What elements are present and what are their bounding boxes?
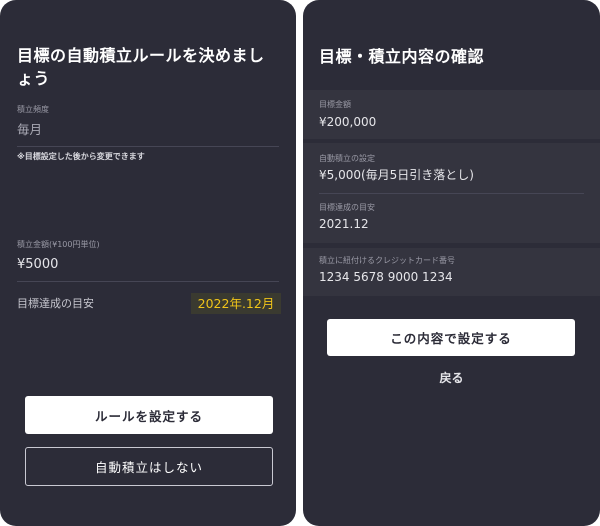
frequency-select[interactable]: 毎月 [17, 123, 279, 145]
divider [319, 193, 584, 194]
row-value: 2021.12 [319, 217, 369, 231]
row-value: ¥5,000(毎月5日引き落とし) [319, 168, 474, 182]
settings-group: 自動積立の設定 ¥5,000(毎月5日引き落とし) 目標達成の目安 2021.1… [303, 143, 600, 243]
row-value: ¥200,000 [319, 115, 377, 129]
amount-label: 積立金額(¥100円単位) [17, 240, 100, 249]
back-link[interactable]: 戻る [303, 371, 600, 385]
set-rule-button[interactable]: ルールを設定する [25, 396, 273, 434]
row-value: 1234 5678 9000 1234 [319, 270, 453, 284]
page-title: 目標の自動積立ルールを決めましょう [17, 46, 265, 88]
row-label: 目標金額 [319, 100, 351, 109]
confirmation-screen: 目標・積立内容の確認 目標金額 ¥200,000 自動積立の設定 ¥5,000(… [303, 0, 600, 526]
goal-amount-row: 目標金額 ¥200,000 [303, 90, 600, 139]
target-label: 目標達成の目安 [17, 297, 94, 310]
divider [17, 281, 279, 282]
divider [17, 146, 279, 147]
change-note: ※目標設定した後から変更できます [17, 152, 145, 161]
target-date-value: 2022年.12月 [191, 293, 281, 314]
skip-auto-savings-button[interactable]: 自動積立はしない [25, 447, 273, 486]
rule-setup-screen: 目標の自動積立ルールを決めましょう 積立頻度 毎月 ※目標設定した後から変更でき… [0, 0, 296, 526]
page-title: 目標・積立内容の確認 [319, 47, 485, 66]
row-label: 目標達成の目安 [319, 203, 375, 212]
row-label: 積立に紐付けるクレジットカード番号 [319, 256, 455, 265]
credit-card-row: 積立に紐付けるクレジットカード番号 1234 5678 9000 1234 [303, 248, 600, 296]
confirm-settings-button[interactable]: この内容で設定する [327, 319, 575, 356]
frequency-label: 積立頻度 [17, 105, 49, 114]
amount-input[interactable]: ¥5000 [17, 258, 279, 276]
row-label: 自動積立の設定 [319, 154, 375, 163]
